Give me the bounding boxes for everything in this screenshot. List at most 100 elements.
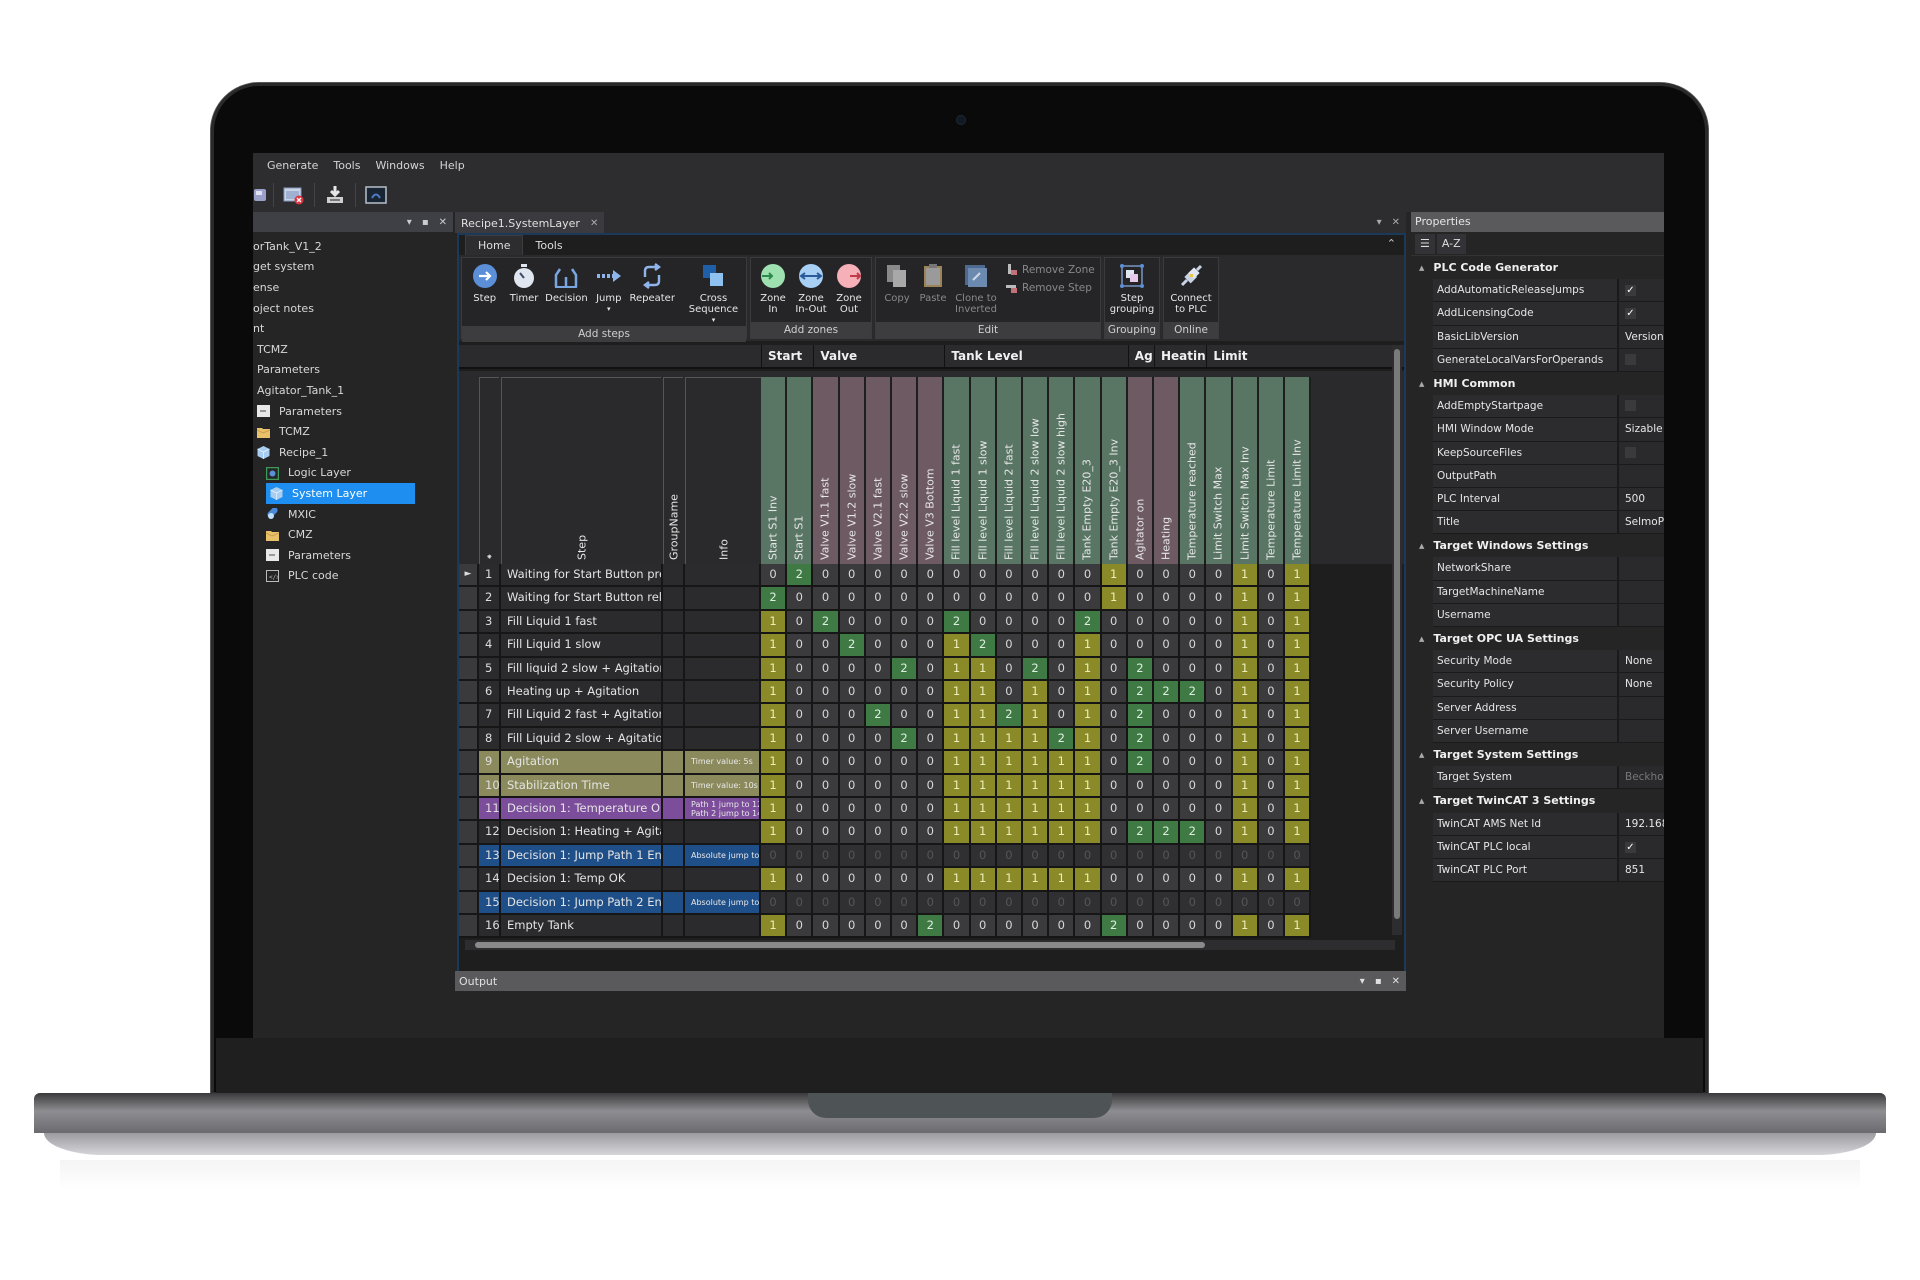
signal-value-cell[interactable]: 0 bbox=[1154, 891, 1181, 915]
signal-value-cell[interactable]: 0 bbox=[839, 657, 866, 681]
scrollbar-thumb[interactable] bbox=[475, 942, 1205, 948]
remove-zone-button[interactable]: Remove Zone bbox=[1006, 264, 1095, 276]
signal-value-cell[interactable]: 0 bbox=[813, 774, 840, 798]
signal-value-cell[interactable]: 0 bbox=[996, 891, 1023, 915]
signal-value-cell[interactable]: 0 bbox=[996, 915, 1023, 939]
step-name[interactable]: Empty Tank bbox=[501, 915, 663, 939]
signal-value-cell[interactable]: 0 bbox=[865, 587, 892, 611]
property-value[interactable]: ✓ bbox=[1619, 302, 1664, 325]
signal-value-cell[interactable]: 0 bbox=[918, 798, 945, 822]
signal-value-cell[interactable]: 1 bbox=[761, 634, 788, 658]
signal-value-cell[interactable]: 1 bbox=[761, 657, 788, 681]
signal-value-cell[interactable]: 0 bbox=[839, 587, 866, 611]
cross-sequence-button[interactable]: Cross Sequence ▾ bbox=[685, 262, 742, 326]
signal-value-cell[interactable]: 1 bbox=[1232, 610, 1259, 635]
signal-value-cell[interactable]: 0 bbox=[1258, 610, 1285, 635]
signal-value-cell[interactable]: 2 bbox=[1180, 681, 1207, 705]
signal-value-cell[interactable]: 0 bbox=[1101, 681, 1128, 705]
tree-item[interactable]: Parameters bbox=[253, 401, 453, 422]
signal-value-cell[interactable]: 0 bbox=[918, 821, 945, 845]
categorized-button[interactable]: ☰ bbox=[1415, 233, 1435, 254]
signal-value-cell[interactable]: 2 bbox=[1023, 657, 1050, 681]
signal-value-cell[interactable]: 0 bbox=[918, 868, 945, 892]
signal-value-cell[interactable]: 0 bbox=[1206, 704, 1233, 728]
tree-item[interactable]: get system bbox=[253, 257, 453, 278]
property-checkbox[interactable]: ✓ bbox=[1625, 308, 1636, 320]
signal-value-cell[interactable]: 0 bbox=[865, 868, 892, 892]
step-row[interactable]: 5 Fill liquid 2 slow + Agitation 1 0 0 0 0 2 0 1 1… bbox=[459, 657, 1404, 681]
signal-value-cell[interactable]: 1 bbox=[1049, 774, 1076, 798]
signal-value-cell[interactable]: 2 bbox=[1127, 657, 1154, 681]
property-value[interactable] bbox=[1619, 557, 1664, 580]
signal-column-header[interactable]: Temperature reached bbox=[1180, 377, 1207, 564]
signal-value-cell[interactable]: 0 bbox=[918, 751, 945, 775]
signal-value-cell[interactable]: 1 bbox=[996, 868, 1023, 892]
signal-value-cell[interactable]: 0 bbox=[1023, 610, 1050, 635]
signal-value-cell[interactable]: 2 bbox=[1075, 610, 1102, 635]
signal-value-cell[interactable]: 0 bbox=[1101, 657, 1128, 681]
signal-value-cell[interactable]: 1 bbox=[1232, 774, 1259, 798]
signal-value-cell[interactable]: 1 bbox=[1075, 681, 1102, 705]
step-row[interactable]: 11 Decision 1: Temperature OK Path 1 jump … bbox=[459, 798, 1404, 822]
signal-value-cell[interactable]: 0 bbox=[787, 610, 814, 635]
step-row[interactable]: 9 Agitation Timer value: 5s 1 0 0 0 0 0 0 1 1 1 1 1 1 0 2… bbox=[459, 751, 1404, 775]
group-name[interactable] bbox=[663, 891, 685, 915]
signal-value-cell[interactable]: 1 bbox=[1049, 751, 1076, 775]
signal-value-cell[interactable]: 0 bbox=[839, 915, 866, 939]
signal-value-cell[interactable]: 0 bbox=[996, 681, 1023, 705]
signal-value-cell[interactable]: 1 bbox=[970, 751, 997, 775]
signal-value-cell[interactable]: 0 bbox=[1023, 891, 1050, 915]
step-row[interactable]: 4 Fill Liquid 1 slow 1 0 0 2 0 0 0 1 2 0 0 0 1 0 0 0 0 0 1 0 1 bbox=[459, 634, 1404, 658]
signal-value-cell[interactable]: 0 bbox=[1232, 844, 1259, 869]
step-name[interactable]: Heating up + Agitation bbox=[501, 681, 663, 705]
info-column-header[interactable]: Info bbox=[685, 377, 761, 564]
signal-value-cell[interactable]: 1 bbox=[996, 727, 1023, 752]
group-name[interactable] bbox=[663, 915, 685, 939]
signal-value-cell[interactable]: 1 bbox=[970, 774, 997, 798]
row-indicator[interactable] bbox=[459, 727, 479, 752]
signal-value-cell[interactable]: 0 bbox=[1101, 844, 1128, 869]
signal-value-cell[interactable]: 0 bbox=[813, 868, 840, 892]
step-row[interactable]: 6 Heating up + Agitation 1 0 0 0 0 0 0 1 1 0 1 0 1 0 2 2 2… bbox=[459, 681, 1404, 705]
signal-value-cell[interactable]: 1 bbox=[1101, 587, 1128, 611]
property-category[interactable]: ▲ Target OPC UA Settings bbox=[1411, 627, 1664, 650]
signal-value-cell[interactable]: 0 bbox=[918, 564, 945, 588]
signal-value-cell[interactable]: 0 bbox=[892, 751, 919, 775]
menu-help[interactable]: Help bbox=[435, 159, 475, 172]
signal-value-cell[interactable]: 1 bbox=[1232, 751, 1259, 775]
signal-value-cell[interactable]: 1 bbox=[970, 657, 997, 681]
signal-value-cell[interactable]: 0 bbox=[1154, 634, 1181, 658]
signal-value-cell[interactable]: 1 bbox=[996, 774, 1023, 798]
signal-value-cell[interactable]: 0 bbox=[1154, 915, 1181, 939]
signal-value-cell[interactable]: 0 bbox=[1023, 915, 1050, 939]
signal-value-cell[interactable]: 0 bbox=[839, 751, 866, 775]
remove-step-button[interactable]: Remove Step bbox=[1006, 282, 1095, 294]
signal-value-cell[interactable]: 0 bbox=[1258, 587, 1285, 611]
row-indicator[interactable] bbox=[459, 915, 479, 939]
signal-value-cell[interactable]: 0 bbox=[1127, 798, 1154, 822]
property-value[interactable]: SelmoP bbox=[1619, 511, 1664, 534]
signal-value-cell[interactable]: 0 bbox=[1180, 587, 1207, 611]
property-value[interactable] bbox=[1619, 696, 1664, 719]
signal-value-cell[interactable]: 0 bbox=[761, 844, 788, 869]
signal-value-cell[interactable]: 0 bbox=[1075, 564, 1102, 588]
property-value[interactable]: ✓ bbox=[1619, 279, 1664, 302]
row-indicator[interactable] bbox=[459, 774, 479, 798]
signal-value-cell[interactable]: 0 bbox=[1154, 868, 1181, 892]
row-indicator[interactable] bbox=[459, 798, 479, 822]
property-value[interactable]: 851 bbox=[1619, 858, 1664, 882]
signal-value-cell[interactable]: 1 bbox=[1023, 798, 1050, 822]
signal-column-header[interactable]: Tank Empty E20_3 bbox=[1075, 377, 1102, 564]
signal-value-cell[interactable]: 0 bbox=[1049, 704, 1076, 728]
vertical-scrollbar[interactable] bbox=[1392, 345, 1402, 935]
signal-value-cell[interactable]: 0 bbox=[1127, 564, 1154, 588]
paste-button[interactable]: Paste bbox=[916, 262, 950, 322]
signal-value-cell[interactable]: 0 bbox=[918, 774, 945, 798]
close-icon[interactable]: ✕ bbox=[1392, 217, 1400, 228]
row-indicator[interactable]: ► bbox=[459, 564, 479, 588]
signal-value-cell[interactable]: 2 bbox=[839, 634, 866, 658]
tree-item[interactable]: System Layer bbox=[266, 483, 415, 504]
signal-value-cell[interactable]: 1 bbox=[1232, 587, 1259, 611]
signal-column-header[interactable]: Valve V2.2 slow bbox=[892, 377, 919, 564]
signal-value-cell[interactable]: 1 bbox=[1075, 821, 1102, 845]
